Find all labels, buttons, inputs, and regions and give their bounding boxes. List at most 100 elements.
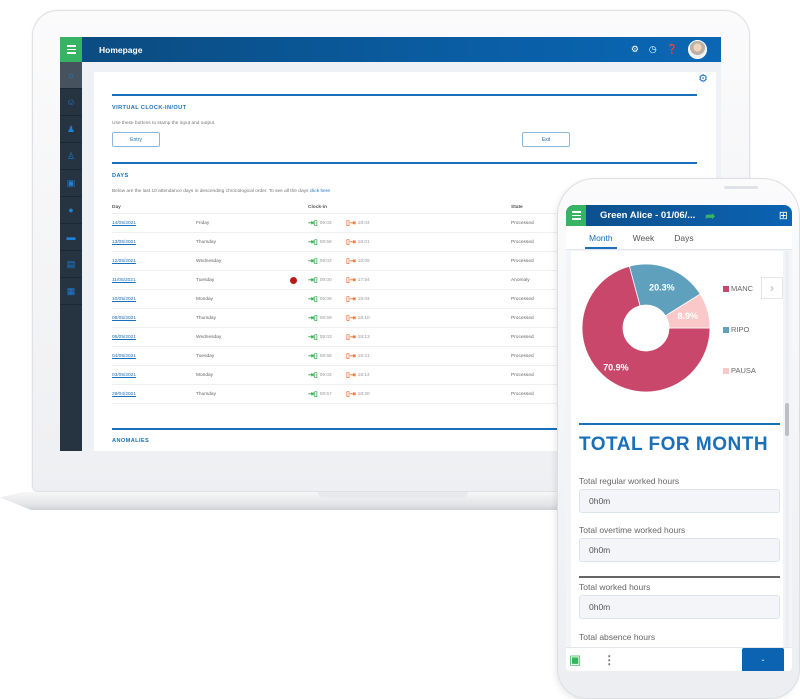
sidebar: ⌂ ☺ ♟ ♙ ▣ ● ▬ ▤ ▦: [60, 62, 82, 451]
field-label: Total absence hours: [579, 632, 656, 642]
weekday: Monday: [196, 372, 214, 378]
clock-in-icon: ⇥▯: [308, 353, 318, 360]
click-here-link[interactable]: click here: [310, 189, 330, 194]
tab-week[interactable]: Week: [633, 227, 655, 249]
day-link[interactable]: 06/05/2021: [112, 316, 196, 321]
days-section-description: Below are the last 10 attendance days in…: [112, 189, 330, 194]
clock-out-time: 18:05: [357, 258, 370, 264]
legend-swatch: [723, 326, 729, 333]
day-link[interactable]: 29/04/2021: [112, 392, 196, 397]
day-link[interactable]: 14/05/2021: [112, 221, 196, 226]
gear-icon[interactable]: ⚙: [698, 72, 708, 85]
field-label: Total overtime worked hours: [579, 525, 686, 535]
clock-out-time: 18:13: [357, 334, 370, 340]
section-divider: [112, 94, 697, 96]
period-tabs: Month Week Days: [566, 226, 792, 250]
clock-out-time: 18:14: [357, 372, 370, 378]
save-icon[interactable]: ▣: [569, 652, 581, 668]
clock-in-time: 09:02: [319, 258, 332, 264]
home-icon: ⌂: [68, 70, 74, 80]
more-options-icon[interactable]: ⋮: [603, 653, 615, 667]
sidebar-item-reports[interactable]: ▤: [60, 251, 82, 278]
worked-hours-field[interactable]: 0h0m: [579, 595, 780, 619]
scrollbar[interactable]: [785, 251, 789, 647]
clock-out-icon: ▯⇥: [346, 353, 356, 360]
clock-icon[interactable]: ◷: [649, 45, 657, 54]
sidebar-item-user-search[interactable]: ☺: [60, 89, 82, 116]
weekday: Wednesday: [196, 258, 222, 264]
day-link[interactable]: 10/05/2021: [112, 297, 196, 302]
sidebar-item-home[interactable]: ⌂: [60, 62, 82, 89]
day-link[interactable]: 13/05/2021: [112, 240, 196, 245]
phone-frame: Green Alice - 01/06/... ➦ ⊞ Month Week D…: [557, 178, 800, 699]
gear-icon[interactable]: ⚙: [631, 45, 639, 54]
days-table: Day Clock-in State 14/05/2021 Friday ⇥▯ 09:…: [112, 202, 582, 404]
clock-out-icon: ▯⇥: [346, 391, 356, 398]
menu-toggle-button[interactable]: [60, 37, 82, 62]
anomaly-indicator: [289, 276, 297, 284]
day-link[interactable]: 04/05/2021: [112, 354, 196, 359]
clock-out-time: 18:01: [357, 239, 370, 245]
day-link[interactable]: 11/05/2021: [112, 278, 196, 283]
weekday: Tuesday: [196, 277, 215, 283]
clock-out-time: 18:04: [357, 220, 370, 226]
hierarchy-icon[interactable]: ⊞: [779, 209, 788, 222]
legend-item-pausa: PAUSA: [723, 366, 756, 375]
table-row: 13/05/2021 Thursday ⇥▯ 08:58 ▯⇥ 18:01 Processe…: [112, 233, 582, 252]
clock-in-icon: ⇥▯: [308, 239, 318, 246]
sidebar-item-user-settings[interactable]: ♙: [60, 143, 82, 170]
tab-month[interactable]: Month: [585, 227, 617, 249]
weekday: Wednesday: [196, 334, 222, 340]
back-arrow-icon[interactable]: ➦: [705, 209, 715, 223]
sidebar-item-clock[interactable]: ●: [60, 197, 82, 224]
day-link[interactable]: 05/05/2021: [112, 335, 196, 340]
section-divider: [579, 576, 780, 578]
field-label: Total regular worked hours: [579, 476, 680, 486]
avatar[interactable]: [688, 40, 707, 59]
section-divider: [112, 162, 697, 164]
table-row: 12/05/2021 Wednesday ⇥▯ 09:02 ▯⇥ 18:05 Process…: [112, 252, 582, 271]
weekday: Monday: [196, 296, 214, 302]
clock-in-icon: ⇥▯: [308, 277, 318, 284]
weekday: Thursday: [196, 315, 216, 321]
user-search-icon: ☺: [66, 97, 76, 107]
regular-hours-field[interactable]: 0h0m: [579, 489, 780, 513]
clock-out-icon: ▯⇥: [346, 372, 356, 379]
mobile-app-screen: Green Alice - 01/06/... ➦ ⊞ Month Week D…: [566, 205, 792, 671]
clock-out-icon: ▯⇥: [346, 334, 356, 341]
mobile-content: 70.9% 20.3% 8.9% MANC RIPO PAUSA › TOTAL F…: [571, 251, 783, 647]
table-row: 10/05/2021 Monday ⇥▯ 09:08 ▯⇥ 18:04 Processed: [112, 290, 582, 309]
chart-next-button[interactable]: ›: [761, 277, 783, 299]
sidebar-item-users[interactable]: ♟: [60, 116, 82, 143]
legend-label: RIPO: [731, 325, 750, 334]
user-settings-icon: ♙: [66, 150, 76, 161]
day-link[interactable]: 03/05/2021: [112, 373, 196, 378]
clock-out-icon: ▯⇥: [346, 258, 356, 265]
page-title: Homepage: [99, 44, 143, 55]
table-row: 03/05/2021 Monday ⇥▯ 09:02 ▯⇥ 18:14 Processed: [112, 366, 582, 385]
sidebar-item-messages[interactable]: ▬: [60, 224, 82, 251]
overtime-hours-field[interactable]: 0h0m: [579, 538, 780, 562]
table-header: Day Clock-in State: [112, 202, 582, 214]
day-link[interactable]: 12/05/2021: [112, 259, 196, 264]
weekday: Thursday: [196, 391, 216, 397]
actions-dropdown-button[interactable]: ⌄: [742, 647, 784, 671]
entry-button[interactable]: Entry: [112, 132, 160, 147]
table-row: 11/05/2021 Tuesday ⇥▯ 09:00 ▯⇥ 17:54 Anomaly: [112, 271, 582, 290]
table-row: 04/05/2021 Tuesday ⇥▯ 08:58 ▯⇥ 18:21 Processed: [112, 347, 582, 366]
donut-label-manc: 70.9%: [603, 362, 629, 372]
sidebar-item-calendar[interactable]: ▦: [60, 278, 82, 305]
users-icon: ♟: [66, 123, 76, 134]
mobile-menu-button[interactable]: [566, 205, 586, 226]
clock-out-time: 17:54: [357, 277, 370, 283]
tab-days[interactable]: Days: [674, 227, 693, 249]
clock-out-icon: ▯⇥: [346, 315, 356, 322]
weekday: Thursday: [196, 239, 216, 245]
sidebar-item-monitor[interactable]: ▣: [60, 170, 82, 197]
exit-button[interactable]: Exit: [522, 132, 570, 147]
weekday: Friday: [196, 220, 210, 226]
help-icon[interactable]: ❓: [667, 45, 678, 54]
scrollbar-thumb[interactable]: [785, 403, 789, 436]
clock-in-icon: ⇥▯: [308, 372, 318, 379]
chevron-right-icon: ›: [770, 281, 774, 295]
